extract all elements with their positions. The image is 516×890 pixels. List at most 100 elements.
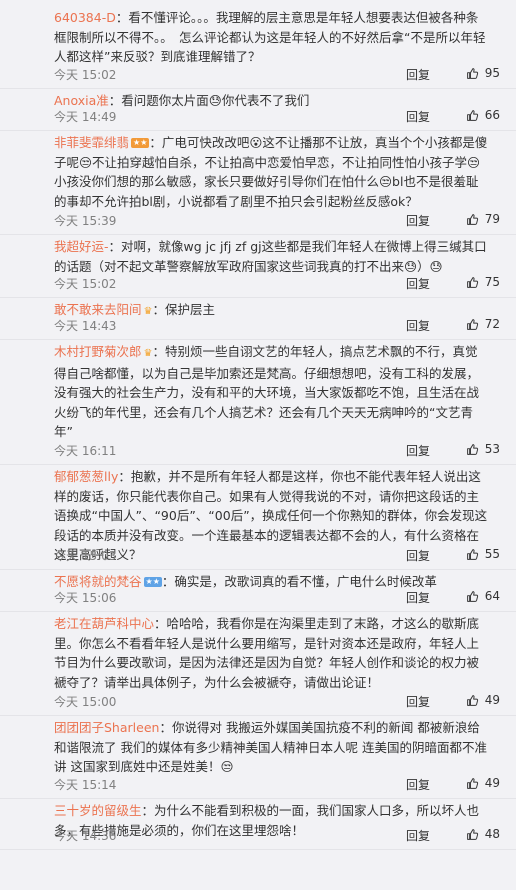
comment-username[interactable]: 640384-D	[54, 10, 116, 25]
comment-item: 木村打野菊次郎 ♛：特别烦一些自诩文艺的年轻人，搞点艺术飘的不行，真觉得自己啥都懂…	[0, 340, 516, 465]
comment-item: 三十岁的留级生：为什么不能看到积极的一面，我们国家人口多，所以坏人也多，有些措施…	[0, 799, 516, 850]
comment-separator: ：	[118, 469, 131, 484]
comment-timestamp: 今天 15:14	[54, 778, 117, 792]
vip-badge-icon: ★★	[131, 138, 150, 148]
comment-separator: ：	[154, 616, 167, 631]
comment-body: 老江在葫芦科中心：哈哈哈，我看你是在沟渠里走到了末路，才这么的歇斯底里。你怎么不…	[54, 612, 488, 692]
reply-button[interactable]: 回复	[406, 275, 430, 292]
thumbs-up-icon	[466, 443, 479, 456]
comment-text: 确实是，改歌词真的看不懂，广电什么时候改革	[174, 574, 437, 589]
comment-meta: 今天 15:14 回复 49	[54, 776, 500, 794]
comment-timestamp: 今天 15:06	[54, 591, 117, 605]
comment-separator: ：	[161, 574, 175, 589]
comment-text: 看问题你太片面😓你代表不了我们	[121, 93, 310, 108]
like-button[interactable]: 55	[466, 547, 500, 561]
like-count: 55	[484, 547, 500, 561]
comment-username[interactable]: 木村打野菊次郎	[54, 344, 142, 359]
like-button[interactable]: 49	[466, 776, 500, 790]
thumbs-up-icon	[466, 828, 479, 841]
comment-item: 640384-D：看不懂评论。。。我理解的层主意思是年轻人想要表达但被各种条框限…	[0, 6, 516, 89]
like-button[interactable]: 95	[466, 66, 500, 80]
comment-separator: ：	[115, 10, 129, 25]
comment-meta: 今天 15:00 回复 49	[54, 693, 500, 711]
comment-timestamp: 今天 15:03	[54, 549, 117, 563]
like-button[interactable]: 75	[466, 275, 500, 289]
comment-item: 郁郁葱葱lly：抱歉，并不是所有年轻人都是这样，你也不能代表年轻人说出这样的废话…	[0, 465, 516, 570]
thumbs-up-icon	[466, 67, 479, 80]
comment-item: 老江在葫芦科中心：哈哈哈，我看你是在沟渠里走到了末路，才这么的歇斯底里。你怎么不…	[0, 612, 516, 716]
like-button[interactable]: 66	[466, 108, 500, 122]
like-button[interactable]: 53	[466, 442, 500, 456]
reply-button[interactable]: 回复	[406, 317, 430, 334]
vip-badge-icon: ★★	[143, 577, 162, 587]
comment-item: 团团团子Sharleen：你说得对 我搬运外媒国美国抗疫不利的新闻 都被新浪给和…	[0, 716, 516, 799]
comment-meta: 今天 15:03 回复 55	[54, 547, 500, 565]
comment-username[interactable]: 敢不敢来去阳间	[54, 302, 142, 317]
comment-meta: 今天 14:36 回复 48	[54, 827, 500, 845]
comment-meta: 今天 16:11 回复 53	[54, 442, 500, 460]
comment-username[interactable]: 三十岁的留级生	[54, 803, 142, 818]
comment-meta: 今天 15:02 回复 75	[54, 275, 500, 293]
reply-button[interactable]: 回复	[406, 108, 430, 125]
comment-body: 我超好运-：对啊，就像wg jc jfj zf gj这些都是我们年轻人在微博上得…	[54, 235, 488, 276]
reply-button[interactable]: 回复	[406, 827, 430, 844]
like-count: 48	[484, 827, 500, 841]
like-count: 53	[484, 442, 500, 456]
reply-button[interactable]: 回复	[406, 212, 430, 229]
like-count: 72	[484, 317, 500, 331]
reply-button[interactable]: 回复	[406, 442, 430, 459]
comment-separator: ：	[149, 135, 162, 150]
comment-body: 团团团子Sharleen：你说得对 我搬运外媒国美国抗疫不利的新闻 都被新浪给和…	[54, 716, 488, 777]
comment-meta: 今天 15:39 回复 79	[54, 212, 500, 230]
comment-separator: ：	[152, 302, 165, 317]
comment-body: 640384-D：看不懂评论。。。我理解的层主意思是年轻人想要表达但被各种条框限…	[54, 6, 488, 67]
comment-item: 非菲斐霏绯翡 ★★ ：广电可快改改吧😮这不让播那不让放，真当个个小孩都是傻子呢😒不让…	[0, 131, 516, 235]
comment-item: 不愿将就的梵谷 ★★ ：确实是，改歌词真的看不懂，广电什么时候改革今天 15:06 回…	[0, 570, 516, 612]
reply-button[interactable]: 回复	[406, 589, 430, 606]
comment-username[interactable]: Anoxia准	[54, 93, 109, 108]
comment-meta: 今天 14:49 回复 66	[54, 108, 500, 126]
thumbs-up-icon	[466, 109, 479, 122]
like-button[interactable]: 79	[466, 212, 500, 226]
like-count: 75	[484, 275, 500, 289]
thumbs-up-icon	[466, 777, 479, 790]
like-count: 49	[484, 776, 500, 790]
comment-username[interactable]: 不愿将就的梵谷	[54, 574, 142, 589]
thumbs-up-icon	[466, 318, 479, 331]
like-button[interactable]: 72	[466, 317, 500, 331]
like-count: 95	[484, 66, 500, 80]
comment-item: 敢不敢来去阳间 ♛：保护层主 今天 14:43 回复 72	[0, 298, 516, 340]
reply-button[interactable]: 回复	[406, 66, 430, 83]
thumbs-up-icon	[466, 213, 479, 226]
comment-timestamp: 今天 15:00	[54, 695, 117, 709]
thumbs-up-icon	[466, 694, 479, 707]
reply-button[interactable]: 回复	[406, 547, 430, 564]
thumbs-up-icon	[466, 590, 479, 603]
like-count: 66	[484, 108, 500, 122]
reply-button[interactable]: 回复	[406, 693, 430, 710]
comment-username[interactable]: 非菲斐霏绯翡	[54, 135, 129, 150]
comment-body: 木村打野菊次郎 ♛：特别烦一些自诩文艺的年轻人，搞点艺术飘的不行，真觉得自己啥都懂…	[54, 340, 488, 442]
comment-username[interactable]: 老江在葫芦科中心	[54, 616, 154, 631]
comment-username[interactable]: 团团团子Sharleen	[54, 720, 159, 735]
comment-timestamp: 今天 15:02	[54, 68, 117, 82]
like-count: 79	[484, 212, 500, 226]
comment-timestamp: 今天 14:43	[54, 319, 117, 333]
comment-username[interactable]: 我超好运-	[54, 239, 109, 254]
comment-item: 我超好运-：对啊，就像wg jc jfj zf gj这些都是我们年轻人在微博上得…	[0, 235, 516, 298]
like-button[interactable]: 48	[466, 827, 500, 841]
thumbs-up-icon	[466, 276, 479, 289]
like-button[interactable]: 64	[466, 589, 500, 603]
comment-meta: 今天 15:02 回复 95	[54, 66, 500, 84]
reply-button[interactable]: 回复	[406, 776, 430, 793]
comment-username[interactable]: 郁郁葱葱lly	[54, 469, 118, 484]
comment-body: 非菲斐霏绯翡 ★★ ：广电可快改改吧😮这不让播那不让放，真当个个小孩都是傻子呢😒不让…	[54, 131, 488, 211]
like-button[interactable]: 49	[466, 693, 500, 707]
thumbs-up-icon	[466, 548, 479, 561]
like-count: 49	[484, 693, 500, 707]
comment-separator: ：	[141, 803, 155, 818]
comment-separator: ：	[108, 93, 122, 108]
comment-separator: ：	[108, 239, 122, 254]
comment-timestamp: 今天 16:11	[54, 444, 117, 458]
comment-meta: 今天 14:43 回复 72	[54, 317, 500, 335]
